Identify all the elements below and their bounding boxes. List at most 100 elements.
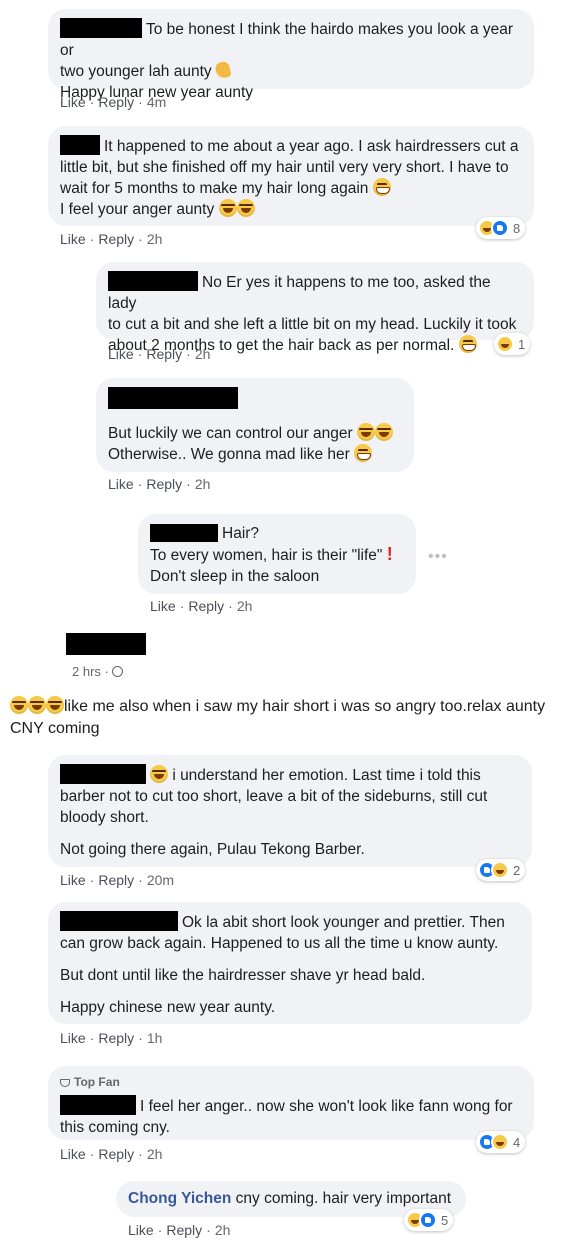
reply-link[interactable]: Reply <box>98 1030 134 1046</box>
comment-bubble: But luckily we can control our anger Oth… <box>96 378 414 472</box>
reply-link[interactable]: Reply <box>146 346 182 362</box>
diamond-icon <box>60 1078 70 1087</box>
redacted-name <box>60 1095 136 1115</box>
comment-text: Hair? <box>222 525 260 542</box>
redacted-name <box>60 764 146 784</box>
more-options-icon[interactable]: ••• <box>428 548 448 566</box>
redacted-name <box>60 135 100 155</box>
timestamp[interactable]: 4m <box>147 94 166 110</box>
redacted-author-name <box>66 633 146 655</box>
like-link[interactable]: Like <box>60 1146 86 1162</box>
timestamp[interactable]: 2h <box>147 231 163 247</box>
comment-text: little bit, but she finished off my hair… <box>60 159 509 176</box>
top-fan-badge: Top Fan <box>60 1072 522 1093</box>
comment-text: I feel her anger.. now she won't look li… <box>140 1098 513 1115</box>
comment-bubble: Ok la abit short look younger and pretti… <box>48 902 532 1024</box>
like-reaction-icon <box>491 219 509 237</box>
like-link[interactable]: Like <box>150 598 176 614</box>
like-link[interactable]: Like <box>108 476 134 492</box>
redacted-name <box>108 387 238 409</box>
laughing-emoji-icon <box>375 423 393 441</box>
haha-reaction-icon <box>491 1133 509 1151</box>
reply-link[interactable]: Reply <box>146 476 182 492</box>
timestamp[interactable]: 1h <box>147 1030 163 1046</box>
comment-text: to cut a bit and she left a little bit o… <box>108 316 517 333</box>
reaction-count: 1 <box>518 336 526 352</box>
reply-link[interactable]: Reply <box>98 231 134 247</box>
comment-text: cny coming. hair very important <box>235 1190 452 1207</box>
redacted-name <box>108 271 198 291</box>
like-link[interactable]: Like <box>128 1222 154 1238</box>
comment-text: Not going there again, Pulau Tekong Barb… <box>60 841 365 858</box>
haha-reaction-icon <box>496 335 514 353</box>
comment-text: Otherwise.. We gonna mad like her <box>108 446 350 463</box>
commenter-name[interactable]: Chong Yichen <box>128 1190 231 1207</box>
like-link[interactable]: Like <box>60 1030 86 1046</box>
reaction-count: 5 <box>441 1212 449 1228</box>
timestamp[interactable]: 2h <box>195 476 211 492</box>
reaction-count: 2 <box>513 862 521 878</box>
laughing-emoji-icon <box>28 696 46 714</box>
post-text-line: CNY coming <box>10 720 100 737</box>
reaction-count: 8 <box>513 220 521 236</box>
reaction-summary[interactable]: 4 <box>476 1131 526 1153</box>
reply-link[interactable]: Reply <box>166 1222 202 1238</box>
post-text-line: like me also when i saw my hair short i … <box>64 698 546 715</box>
comment-text: can grow back again. Happened to us all … <box>60 935 499 952</box>
grinning-emoji-icon <box>354 444 373 462</box>
reply-link[interactable]: Reply <box>98 94 134 110</box>
timestamp[interactable]: 2h <box>147 1146 163 1162</box>
comment-bubble: No Er yes it happens to me too, asked th… <box>96 262 534 354</box>
comment-actions: Like · Reply · 2h <box>108 476 211 492</box>
ok-hand-icon <box>214 60 232 80</box>
reaction-summary[interactable]: 2 <box>476 859 526 881</box>
laughing-emoji-icon <box>357 423 375 441</box>
laughing-emoji-icon <box>10 696 28 714</box>
timestamp[interactable]: 2h <box>237 598 253 614</box>
like-link[interactable]: Like <box>60 231 86 247</box>
comment-bubble: To be honest I think the hairdo makes yo… <box>48 9 534 101</box>
comment-bubble: Top Fan I feel her anger.. now she won't… <box>48 1066 534 1140</box>
comment-text: two younger lah aunty <box>60 63 212 80</box>
reaction-summary[interactable]: 8 <box>476 217 526 239</box>
comment-actions: Like · Reply · 2h <box>150 598 253 614</box>
timestamp[interactable]: 20m <box>147 872 174 888</box>
comment-text: i understand her emotion. Last time i to… <box>172 767 481 784</box>
like-reaction-icon <box>419 1211 437 1229</box>
comment-actions: Like · Reply · 2h <box>60 231 163 247</box>
like-link[interactable]: Like <box>60 872 86 888</box>
exclamation-icon: ! <box>386 544 393 564</box>
comment-text: But dont until like the hairdresser shav… <box>60 967 426 984</box>
reply-link[interactable]: Reply <box>188 598 224 614</box>
comment-text: bloody short. <box>60 809 149 826</box>
comment-actions: Like · Reply · 2h <box>128 1222 231 1238</box>
comment-actions: Like · Reply · 20m <box>60 872 175 888</box>
comment-actions: Like · Reply · 2h <box>60 1146 163 1162</box>
redacted-name <box>60 911 178 931</box>
post-meta: 2 hrs · <box>72 664 124 679</box>
reaction-summary[interactable]: 1 <box>494 333 531 355</box>
reply-link[interactable]: Reply <box>98 1146 134 1162</box>
comment-actions: Like · Reply · 4m <box>60 94 167 110</box>
post-time[interactable]: 2 hrs · <box>72 664 109 679</box>
reaction-summary[interactable]: 5 <box>404 1209 454 1231</box>
laughing-emoji-icon <box>218 199 237 217</box>
comment-bubble: i understand her emotion. Last time i to… <box>48 755 532 867</box>
reply-link[interactable]: Reply <box>98 872 134 888</box>
comment-text: But luckily we can control our anger <box>108 425 353 442</box>
comment-actions: Like · Reply · 2h <box>108 346 211 362</box>
globe-icon <box>112 666 124 677</box>
laughing-emoji-icon <box>150 765 168 783</box>
comment-text: barber not to cut too short, leave a bit… <box>60 788 488 805</box>
timestamp[interactable]: 2h <box>195 346 211 362</box>
comment-text: Don't sleep in the saloon <box>150 568 320 585</box>
timestamp[interactable]: 2h <box>215 1222 231 1238</box>
redacted-name <box>60 18 142 38</box>
laughing-emoji-icon <box>236 199 255 217</box>
like-link[interactable]: Like <box>60 94 86 110</box>
post-text: like me also when i saw my hair short i … <box>10 696 580 740</box>
reaction-count: 4 <box>513 1134 521 1150</box>
like-link[interactable]: Like <box>108 346 134 362</box>
comment-actions: Like · Reply · 1h <box>60 1030 163 1046</box>
comment-bubble: It happened to me about a year ago. I as… <box>48 126 534 226</box>
